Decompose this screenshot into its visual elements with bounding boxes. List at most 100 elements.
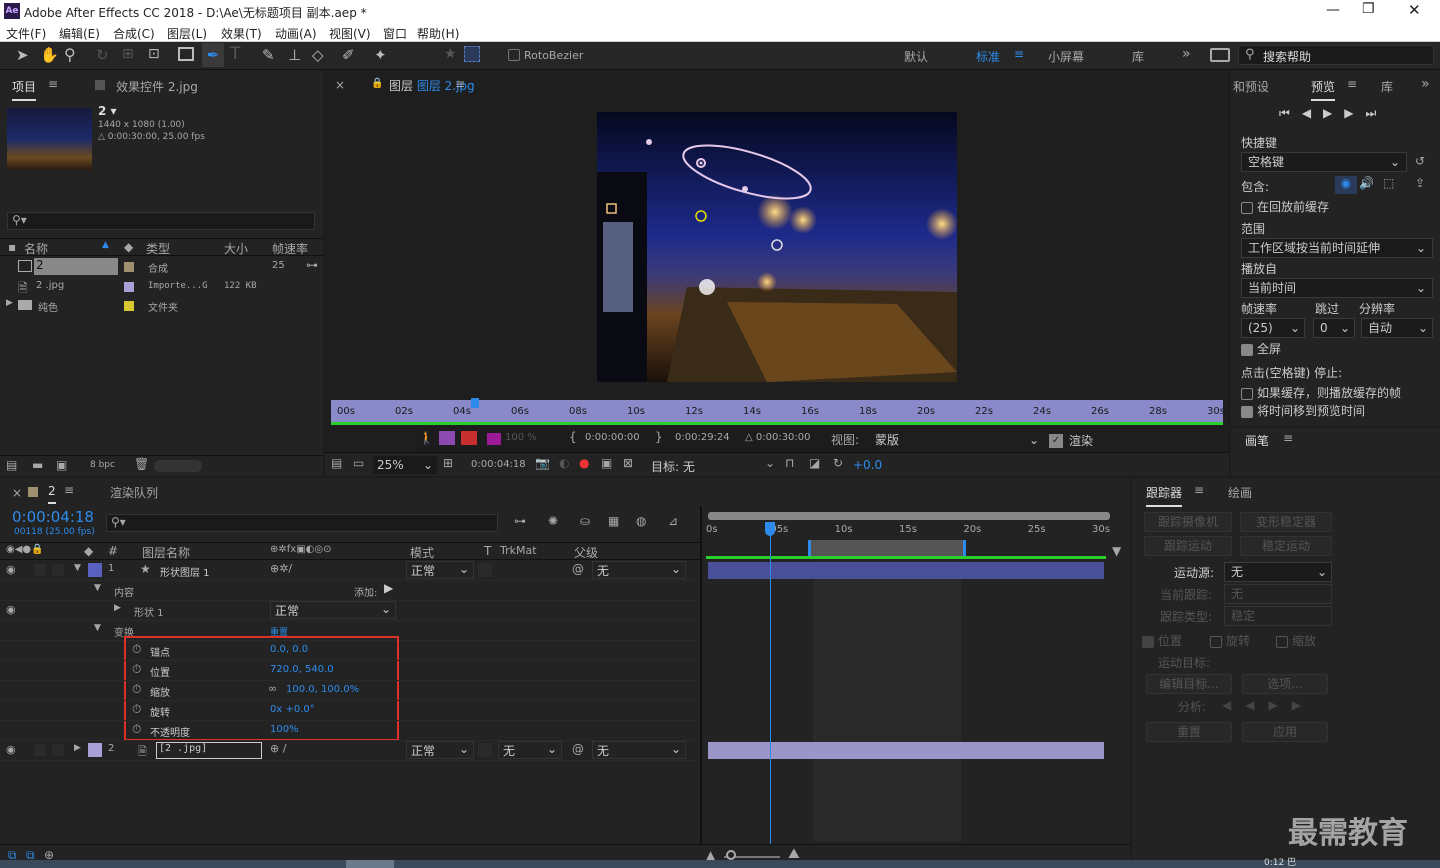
pick-whip-icon[interactable]: @ [572,562,584,576]
time-indicator[interactable] [770,522,771,868]
viewer-menu-icon[interactable]: ≡ [455,77,465,91]
region-icon[interactable]: ▣ [601,456,612,470]
bpc-label[interactable]: 8 bpc [90,460,115,470]
expand-arrow-icon[interactable]: ▶ [6,298,13,308]
cache-before-option[interactable]: 在回放前缓存 [1241,198,1329,215]
preserve-transparency[interactable] [478,743,492,757]
chevron-down-icon[interactable]: ⌄ [765,456,775,470]
roto-brush-tool-icon[interactable]: ✐ [342,46,355,64]
playhead-icon[interactable] [765,522,775,536]
track-motion-button[interactable]: 跟踪运动 [1144,536,1232,556]
opacity-value[interactable]: 100 % [505,432,537,443]
preview-menu-icon[interactable]: ≡ [1347,77,1357,91]
playback-controls[interactable]: ⏮◀▶▶⏭ [1279,106,1388,121]
timeline-search-input[interactable]: ⚲▾ [106,514,498,532]
col-mode[interactable]: 模式 [410,544,434,561]
stopwatch-icon[interactable]: ⏱ [132,662,141,677]
include-audio-icon[interactable]: 🔊 [1359,176,1374,190]
stop-cache-option[interactable]: 如果缓存，则播放缓存的帧 [1241,384,1401,401]
scale-checkbox[interactable] [1276,635,1288,648]
tab-tracker[interactable]: 跟踪器 [1146,484,1183,507]
layer-bar[interactable] [708,742,1104,759]
col-size[interactable]: 大小 [224,240,248,257]
constrain-proportions-icon[interactable]: ∞ [268,682,277,695]
shy-icon[interactable] [461,431,477,445]
menu-item[interactable]: 帮助(H) [417,25,459,42]
rotation-option[interactable]: 旋转 [1210,632,1250,649]
frame-blending-icon[interactable]: ▦ [608,514,619,528]
play-icon[interactable]: ▶ [1323,106,1344,120]
restore-icon[interactable]: ❐ [1362,1,1375,17]
snapshot-icon[interactable]: 📷 [535,456,550,470]
project-item[interactable]: 🗎 2 .jpg Importe...G 122 KB [0,277,305,296]
workspace-menu-icon[interactable]: ≡ [1014,47,1024,61]
mask-color-icon[interactable] [487,433,501,445]
project-search-input[interactable]: ⚲▾ [7,212,315,230]
lock-switch[interactable] [52,744,64,756]
position-option[interactable]: 位置 [1142,632,1182,649]
work-area-range[interactable] [808,540,966,556]
viewer-time-ruler[interactable]: 00s 02s 04s 06s 08s 10s 12s 14s 16s 18s 20s 22s 24s 2… [331,400,1225,424]
stopwatch-icon[interactable]: ⏱ [132,642,141,657]
analyze-forward-icon[interactable]: ▶ [1268,698,1291,712]
fullscreen-checkbox[interactable] [1241,343,1253,356]
close-tab-icon[interactable]: × [335,78,345,92]
brush-tool-icon[interactable]: ✎ [262,46,275,64]
sync-settings-icon[interactable] [1210,48,1230,62]
rotobezier-checkbox[interactable] [508,49,520,61]
playhead-icon[interactable] [471,398,479,408]
property-row[interactable]: ⏱ 缩放 ∞ 100.0, 100.0% [0,681,700,701]
mode-dropdown[interactable]: 正常 ⌄ [406,741,474,759]
in-point-icon[interactable]: { [569,430,577,444]
mode-dropdown[interactable]: 正常 ⌄ [406,561,474,579]
layer-switches[interactable]: ⊕ / [270,742,286,755]
edit-target-button[interactable]: 编辑目标... [1146,674,1232,694]
camera-tool-icon[interactable]: ⊞ [122,46,134,62]
position-checkbox[interactable] [1142,635,1154,648]
range-dropdown[interactable]: 工作区域按当前时间延伸 ⌄ [1241,238,1433,258]
lock-switch[interactable] [52,564,64,576]
title-safe-icon[interactable]: ⊞ [443,456,453,470]
hand-tool-icon[interactable]: ✋ [40,46,59,64]
last-frame-icon[interactable]: ⏭ [1366,106,1389,120]
expand-arrow-icon[interactable]: ▼ [74,563,81,573]
parent-dropdown[interactable]: 无 ⌄ [592,561,686,579]
trkmat-dropdown[interactable]: 无 ⌄ [498,741,562,759]
fast-preview-icon[interactable]: ◪ [809,456,820,470]
tab-paint[interactable]: 绘画 [1228,484,1252,501]
layer-name[interactable]: [2 .jpg] [156,742,262,759]
shape-name[interactable]: 形状 1 [134,604,164,619]
stopwatch-icon[interactable]: ⏱ [132,682,141,697]
reset-view-icon[interactable]: ⊓ [785,456,794,470]
menu-item[interactable]: 视图(V) [329,25,371,42]
property-value[interactable]: 0x +0.0° [270,704,315,715]
col-layer-name[interactable]: 图层名称 [142,544,190,561]
render-checkbox[interactable]: ✓ [1049,434,1063,448]
tab-project[interactable]: 项目 [12,78,37,101]
analyze-back-icon[interactable]: ◀ [1245,698,1268,712]
rotation-checkbox[interactable] [1210,635,1222,648]
warp-stabilizer-button[interactable]: 变形稳定器 [1240,512,1332,532]
menu-item[interactable]: 文件(F) [6,25,46,42]
analyze-forward-frame-icon[interactable]: ▶ [1292,698,1315,712]
workspace-small-screen[interactable]: 小屏幕 [1048,48,1084,65]
col-fps[interactable]: 帧速率 [272,240,308,257]
apply-button[interactable]: 应用 [1242,722,1328,742]
type-tool-icon[interactable]: T [230,44,240,64]
shape-blend-dropdown[interactable]: 正常 ⌄ [270,601,396,619]
track-type-dropdown[interactable]: 稳定 [1224,606,1332,626]
stabilize-motion-button[interactable]: 稳定运动 [1240,536,1332,556]
menu-item[interactable]: 合成(C) [113,25,155,42]
transparency-grid-icon[interactable]: ⊠ [623,456,633,470]
new-comp-icon[interactable]: ▣ [56,458,67,472]
close-tab-icon[interactable]: × [12,486,22,500]
pen-tool-icon[interactable]: ✒ [202,43,224,67]
col-type[interactable]: 类型 [146,240,170,257]
solo-icon[interactable] [439,431,455,445]
layer-bar[interactable] [708,562,1104,579]
project-menu-icon[interactable]: ≡ [48,77,58,91]
comp-flowchart-icon[interactable]: ⊶ [514,514,526,528]
reset-shortcut-icon[interactable]: ↺ [1415,154,1425,168]
workspace-libraries[interactable]: 库 [1132,48,1144,65]
property-row[interactable]: ⏱ 位置 720.0, 540.0 [0,661,700,681]
